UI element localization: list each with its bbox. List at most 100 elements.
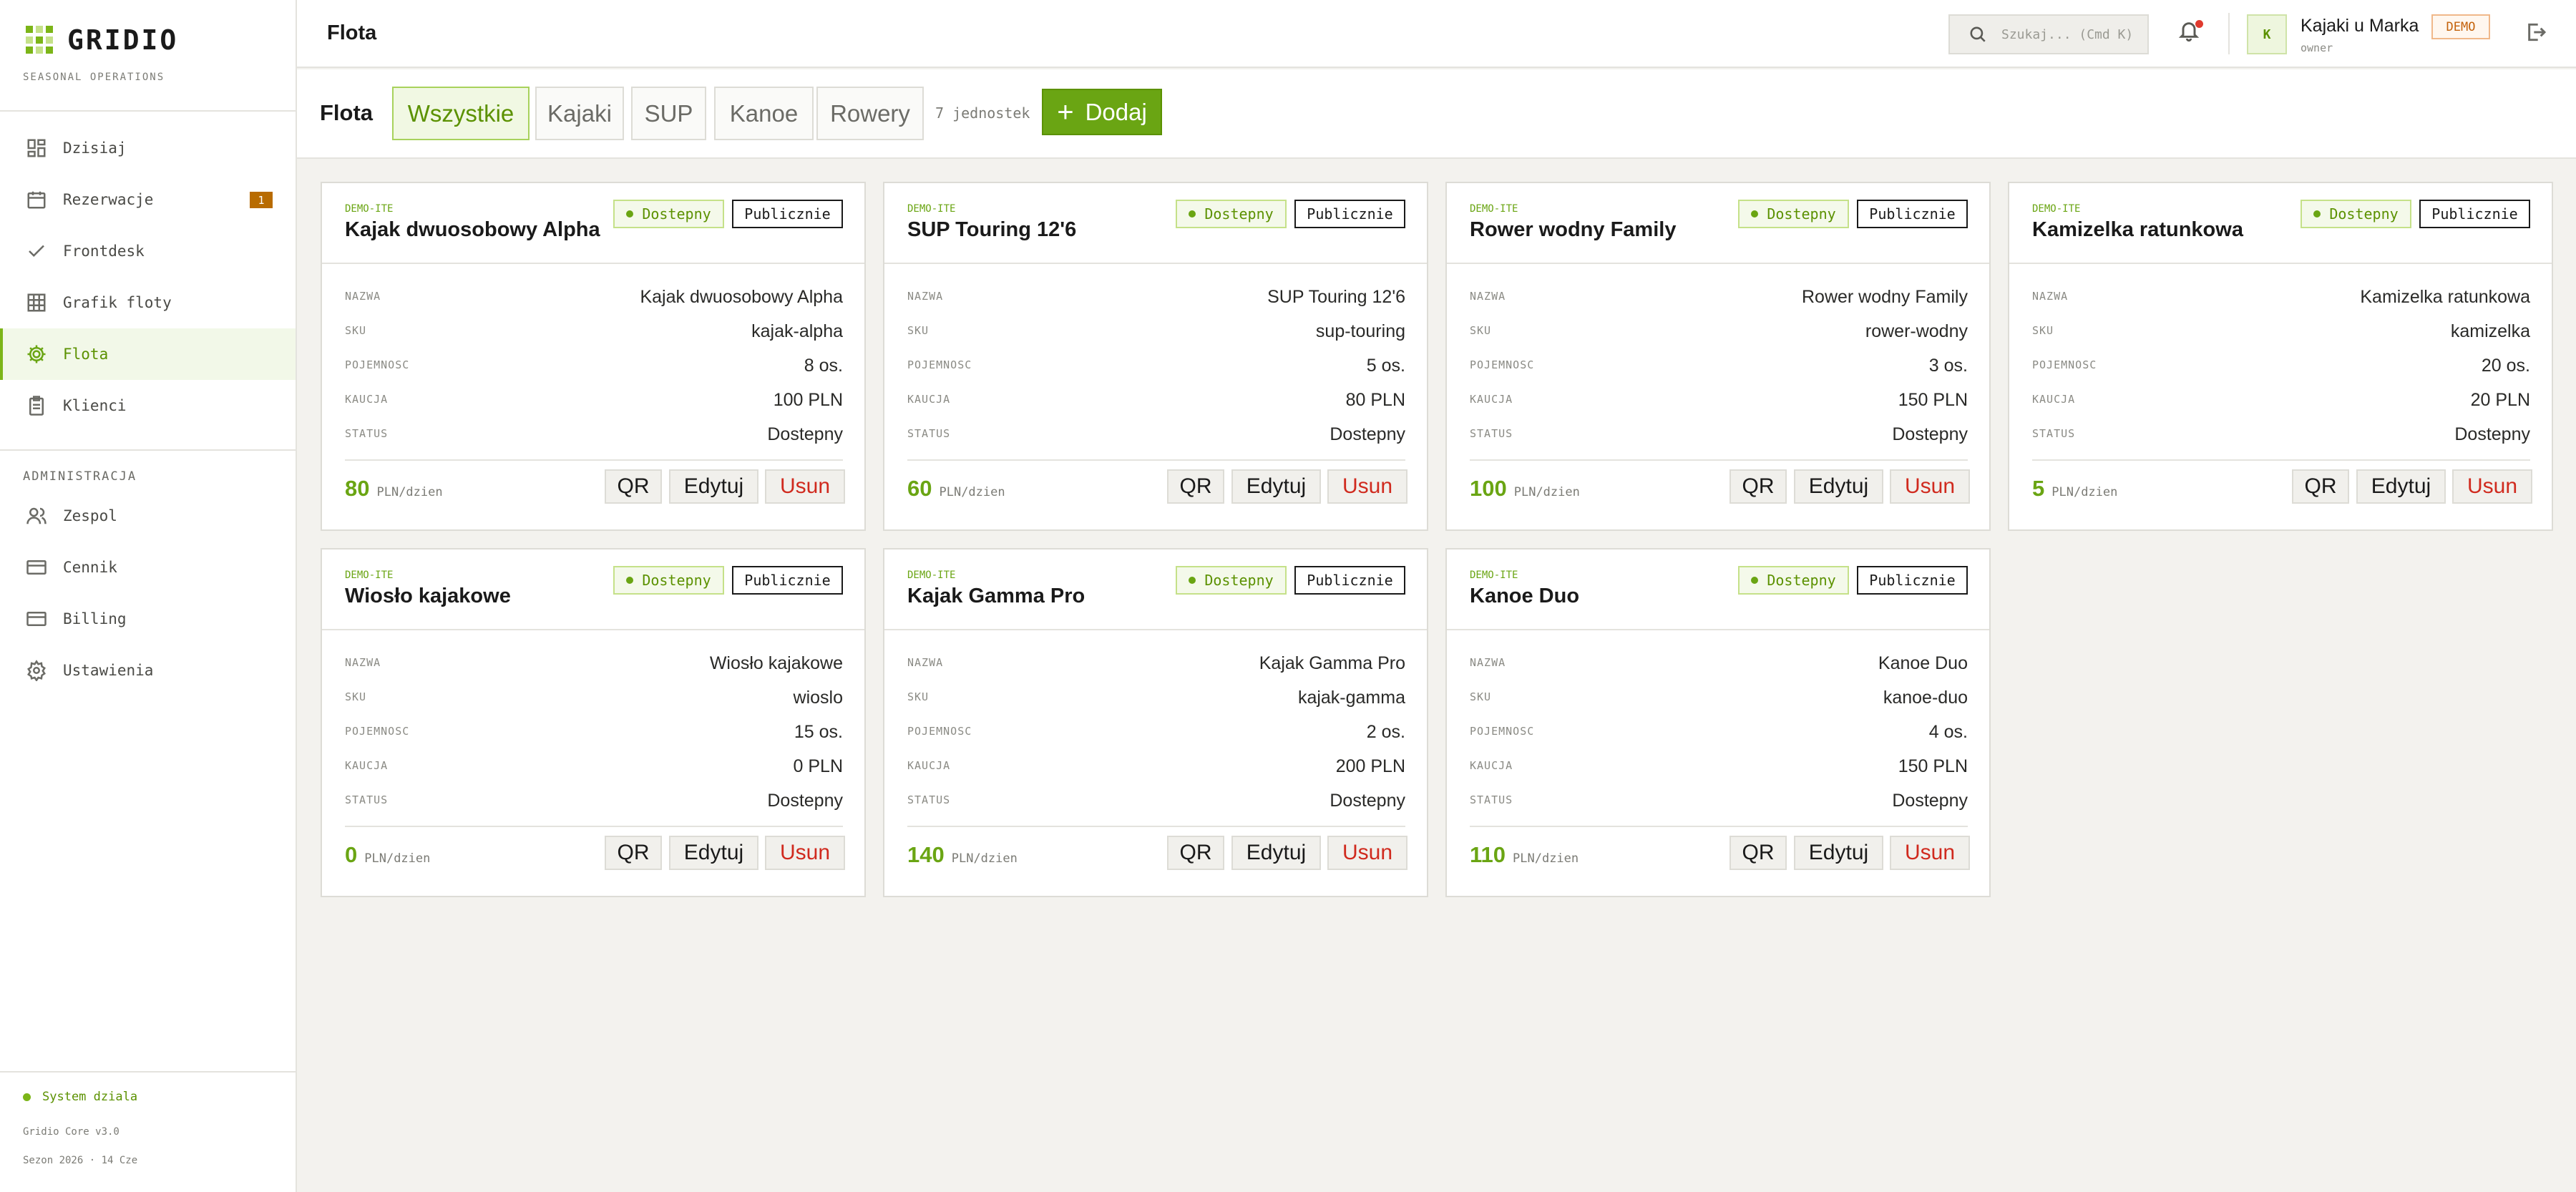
delete-button[interactable]: Usun (1890, 836, 1970, 870)
field-value: Wiosło kajakowe (709, 653, 843, 673)
dashboard-icon (26, 137, 47, 159)
field-value: Dostepny (1892, 791, 1968, 811)
sidebar-item-dzisiaj[interactable]: Dzisiaj (0, 122, 296, 174)
sidebar-item-grafik-floty[interactable]: Grafik floty (0, 277, 296, 328)
visibility-badge[interactable]: Publicznie (1294, 200, 1405, 228)
status-badge[interactable]: Dostepny (1738, 200, 1849, 228)
status-badge[interactable]: Dostepny (1176, 200, 1287, 228)
search-input[interactable]: Szukaj... (Cmd K) (1948, 14, 2149, 54)
delete-button[interactable]: Usun (1890, 469, 1970, 504)
tab-kajaki[interactable]: Kajaki (535, 87, 624, 140)
sidebar-item-frontdesk[interactable]: Frontdesk (0, 225, 296, 277)
price-value: 60 (907, 476, 932, 501)
search-icon (1970, 26, 1986, 42)
field-label: STATUS (345, 793, 389, 806)
sidebar-item-flota[interactable]: Flota (0, 328, 296, 380)
field-row-name: NAZWA SUP Touring 12'6 (907, 283, 1405, 311)
field-label: SKU (1470, 690, 1492, 703)
system-status-text: System dziala (42, 1090, 138, 1104)
sidebar-item-cennik[interactable]: Cennik (0, 542, 296, 593)
edit-button[interactable]: Edytuj (669, 469, 758, 504)
tab-rowery[interactable]: Rowery (816, 87, 924, 140)
edit-button[interactable]: Edytuj (1231, 836, 1321, 870)
brand-subtitle: SEASONAL OPERATIONS (23, 72, 165, 83)
sidebar-item-zespol[interactable]: Zespol (0, 490, 296, 542)
price-unit: PLN/dzien (364, 851, 431, 866)
field-value: 4 os. (1928, 722, 1968, 742)
tab-sup[interactable]: SUP (631, 87, 706, 140)
tab-wszystkie[interactable]: Wszystkie (392, 87, 530, 140)
sidebar-item-rezerwacje[interactable]: Rezerwacje 1 (0, 174, 296, 225)
delete-button[interactable]: Usun (2452, 469, 2532, 504)
delete-button[interactable]: Usun (1327, 836, 1407, 870)
fleet-card: DEMO-ITE Rower wodny Family Dostepny Pub… (1445, 182, 1991, 531)
item-title: Kajak dwuosobowy Alpha (345, 218, 600, 241)
status-badge[interactable]: Dostepny (2301, 200, 2411, 228)
qr-button[interactable]: QR (2292, 469, 2349, 504)
visibility-badge[interactable]: Publicznie (1857, 566, 1968, 595)
edit-button[interactable]: Edytuj (1794, 469, 1883, 504)
delete-button[interactable]: Usun (765, 469, 845, 504)
field-row-name: NAZWA Rower wodny Family (1470, 283, 1968, 311)
user-name[interactable]: Kajaki u Marka (2301, 16, 2419, 36)
field-label: KAUCJA (1470, 759, 1513, 772)
status-badge[interactable]: Dostepny (613, 566, 724, 595)
field-value: 0 PLN (793, 756, 843, 776)
card-divider (907, 826, 1405, 827)
fleet-card: DEMO-ITE Kanoe Duo Dostepny Publicznie N… (1445, 548, 1991, 897)
visibility-badge[interactable]: Publicznie (732, 200, 843, 228)
edit-button[interactable]: Edytuj (669, 836, 758, 870)
field-row-status: STATUS Dostepny (345, 786, 843, 815)
qr-button[interactable]: QR (605, 836, 662, 870)
item-title: SUP Touring 12'6 (907, 218, 1077, 241)
qr-button[interactable]: QR (1729, 469, 1787, 504)
brand-logo[interactable]: GRIDIO (26, 23, 178, 57)
edit-button[interactable]: Edytuj (2356, 469, 2446, 504)
status-badge[interactable]: Dostepny (613, 200, 724, 228)
qr-button[interactable]: QR (605, 469, 662, 504)
price: 110 PLN/dzien (1470, 842, 1579, 868)
field-row-sku: SKU rower-wodny (1470, 317, 1968, 346)
status-badge-label: Dostepny (642, 205, 711, 223)
field-label: KAUCJA (1470, 393, 1513, 406)
visibility-badge[interactable]: Publicznie (1294, 566, 1405, 595)
field-value: 20 os. (2481, 356, 2530, 376)
notifications-button[interactable] (2177, 19, 2206, 47)
qr-button[interactable]: QR (1167, 469, 1224, 504)
search-placeholder: Szukaj... (Cmd K) (2001, 26, 2134, 42)
sidebar-item-klienci[interactable]: Klienci (0, 380, 296, 431)
plus-icon: + (1057, 96, 1074, 128)
field-row-status: STATUS Dostepny (907, 420, 1405, 449)
item-code: DEMO-ITE (1470, 203, 1518, 215)
demo-badge: DEMO (2431, 14, 2490, 39)
visibility-badge[interactable]: Publicznie (1857, 200, 1968, 228)
visibility-badge[interactable]: Publicznie (732, 566, 843, 595)
delete-button[interactable]: Usun (765, 836, 845, 870)
logout-button[interactable] (2524, 21, 2550, 47)
qr-button[interactable]: QR (1729, 836, 1787, 870)
item-code: DEMO-ITE (907, 570, 956, 581)
field-label: NAZWA (907, 290, 944, 303)
field-value: sup-touring (1315, 321, 1405, 341)
edit-button[interactable]: Edytuj (1231, 469, 1321, 504)
sidebar-item-ustawienia[interactable]: Ustawienia (0, 645, 296, 696)
delete-button[interactable]: Usun (1327, 469, 1407, 504)
gear-icon (26, 343, 47, 365)
visibility-badge[interactable]: Publicznie (2419, 200, 2530, 228)
tab-kanoe[interactable]: Kanoe (714, 87, 814, 140)
field-row-capacity: POJEMNOSC 15 os. (345, 718, 843, 746)
avatar[interactable]: K (2247, 14, 2287, 54)
field-row-name: NAZWA Kamizelka ratunkowa (2032, 283, 2530, 311)
add-unit-button[interactable]: + Dodaj (1042, 89, 1162, 135)
users-icon (26, 505, 47, 527)
price-value: 5 (2032, 476, 2045, 501)
field-value: kajak-alpha (751, 321, 843, 341)
sidebar-item-billing[interactable]: Billing (0, 593, 296, 645)
item-code: DEMO-ITE (345, 570, 394, 581)
edit-button[interactable]: Edytuj (1794, 836, 1883, 870)
status-badge[interactable]: Dostepny (1738, 566, 1849, 595)
status-badge[interactable]: Dostepny (1176, 566, 1287, 595)
item-code: DEMO-ITE (2032, 203, 2081, 215)
qr-button[interactable]: QR (1167, 836, 1224, 870)
field-value: Dostepny (767, 791, 843, 811)
